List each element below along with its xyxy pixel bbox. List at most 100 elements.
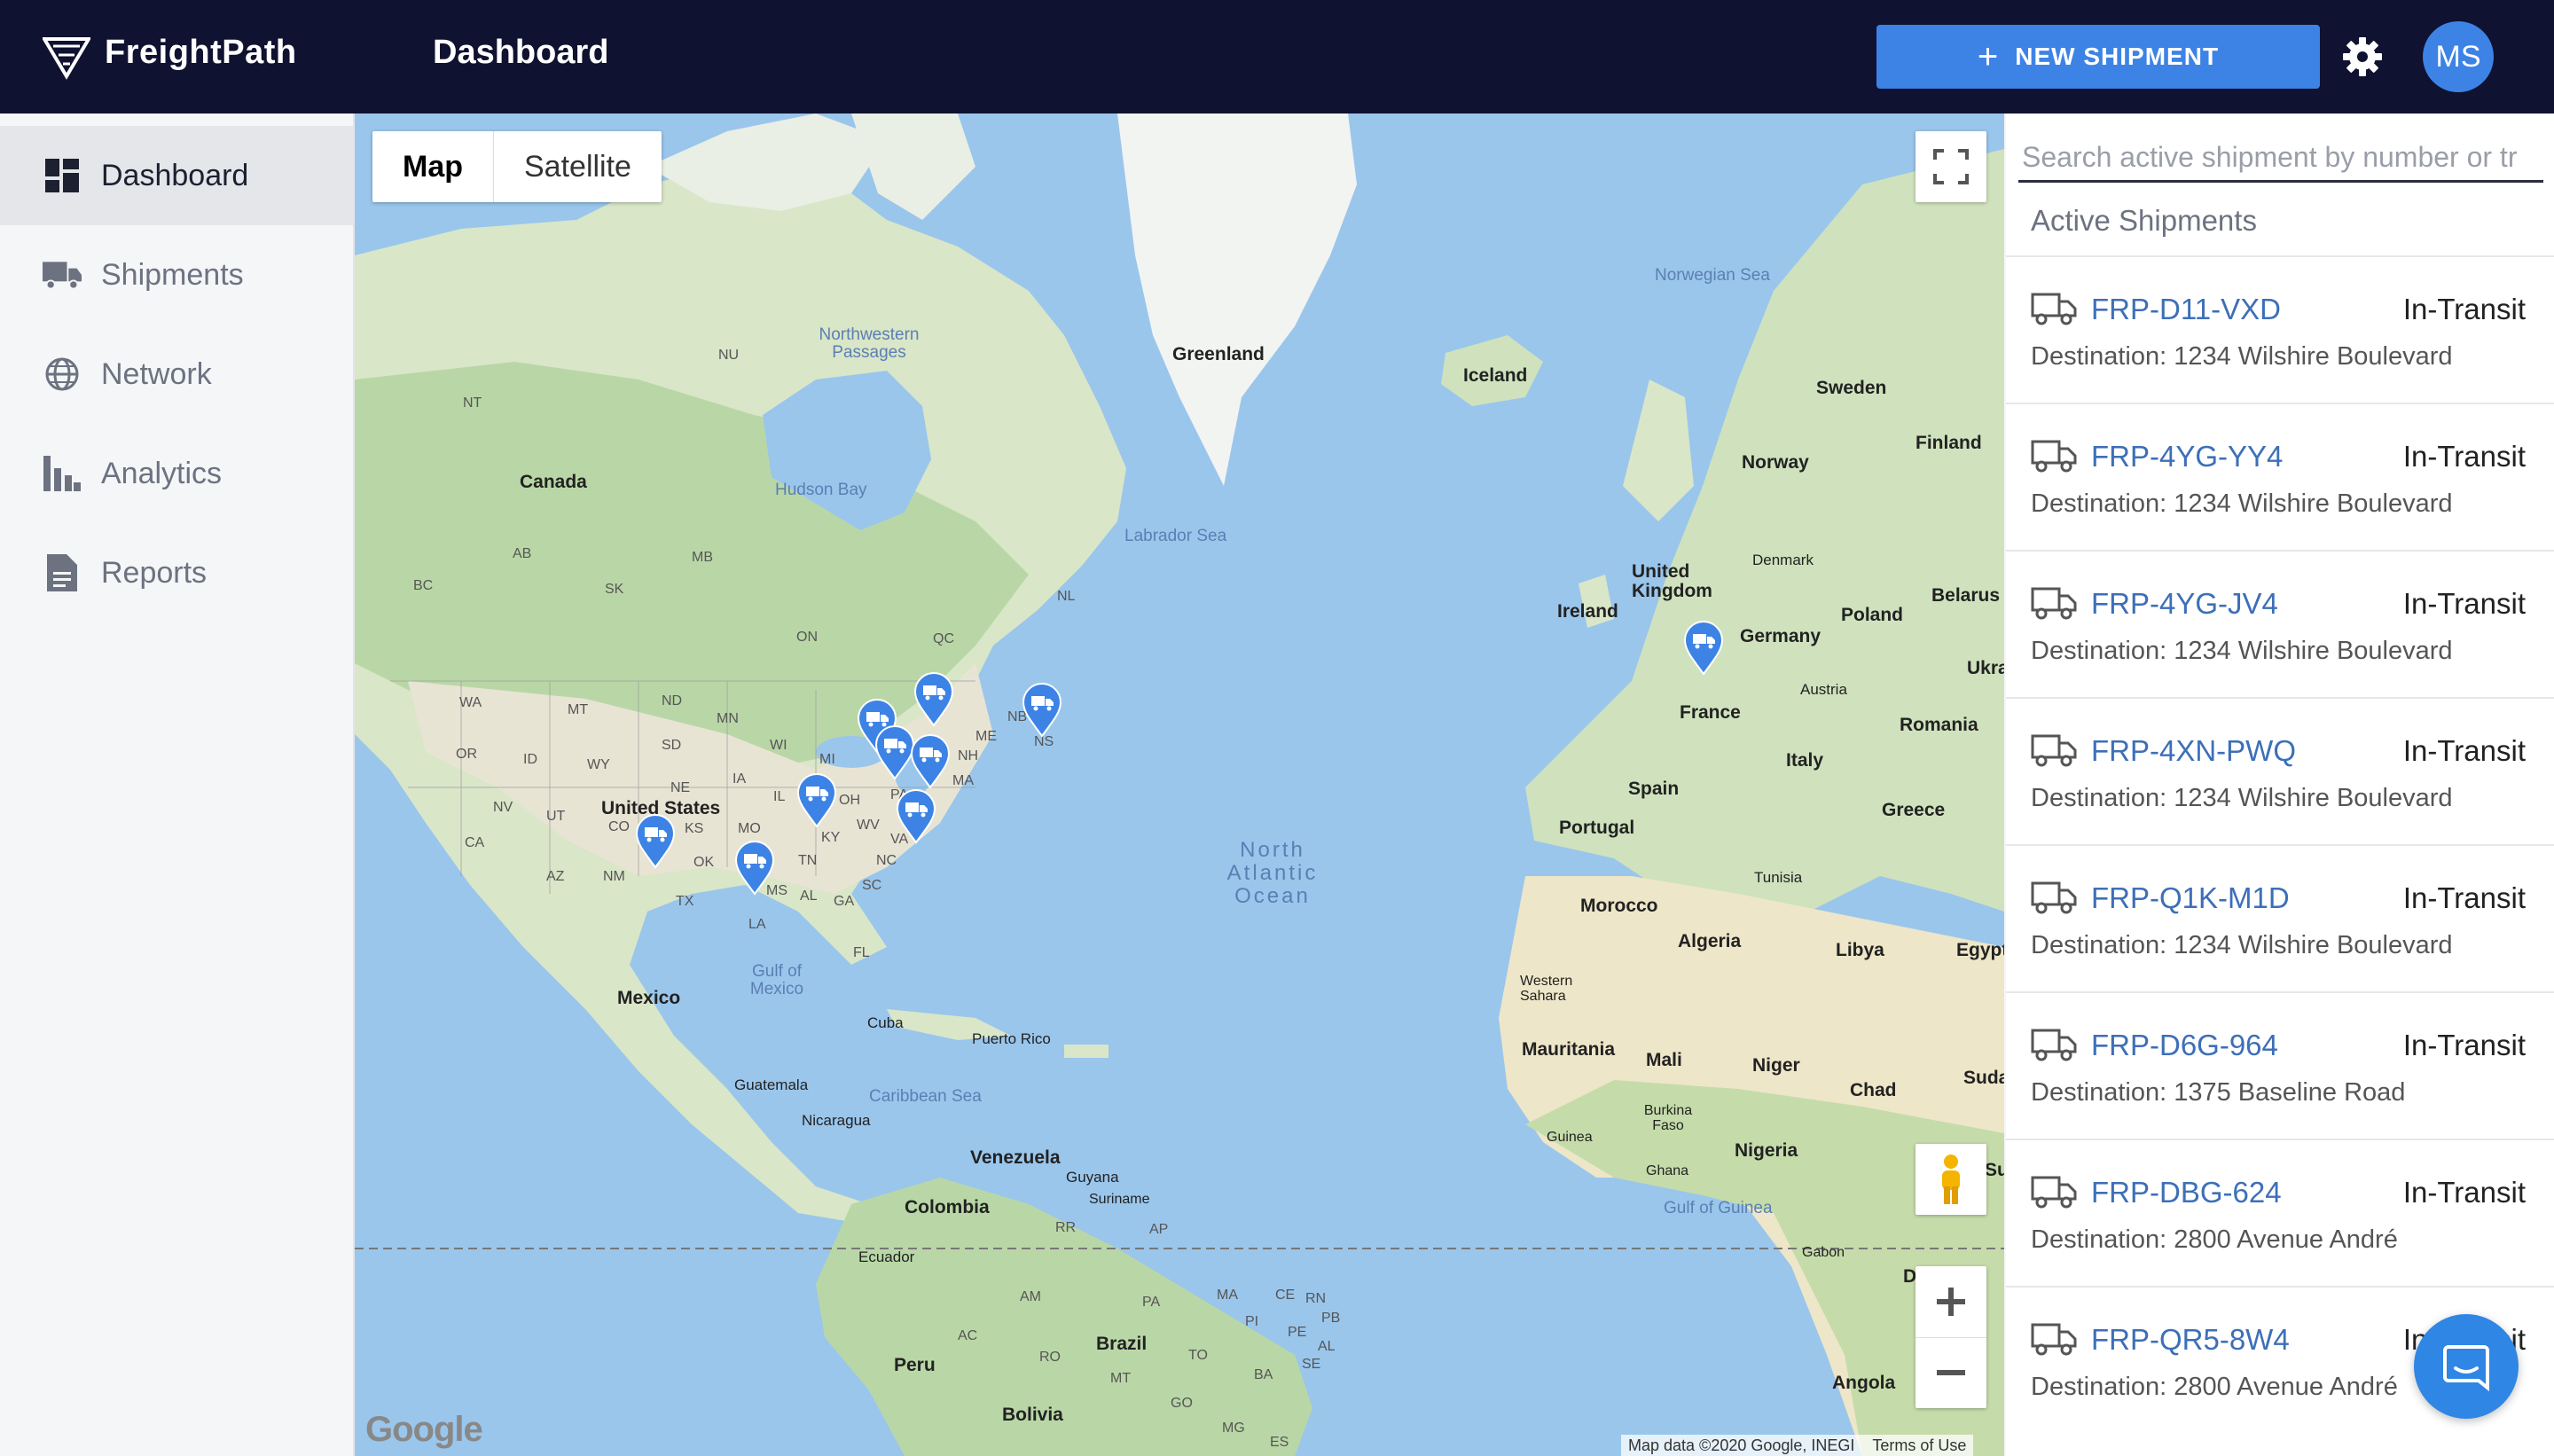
map-label: Poland [1841,605,1904,625]
map-label: Tunisia [1754,869,1803,886]
brand-name[interactable]: FreightPath [105,34,297,72]
map-label: Norwegian Sea [1655,266,1770,285]
chat-launcher-button[interactable] [2414,1314,2519,1419]
map-label: AB [513,546,532,561]
map-label: OH [839,793,860,808]
zoom-control [1916,1266,1986,1408]
truck-outline-icon [2031,734,2077,767]
shipment-status: In-Transit [2402,440,2526,473]
map-label: Ecuador [858,1249,915,1265]
active-shipments-panel: Active Shipments FRP-D11-VXD In-Transit … [2006,114,2554,1456]
map-label: WY [587,757,610,772]
map-attribution: Map data ©2020 Google, INEGI Terms of Us… [1621,1435,1974,1456]
shipment-pin[interactable] [796,773,837,828]
map-label: Northwestern Passages [819,325,920,362]
map-label: PE [1288,1325,1307,1340]
sidebar-item-label: Dashboard [101,158,249,192]
shipment-pin[interactable] [734,841,775,896]
map-label: Su [1985,1160,2004,1180]
map-label: Hudson Bay [775,481,867,499]
map-label: Mali [1646,1050,1682,1070]
shipment-pin[interactable] [1022,683,1062,738]
map-label: Suriname [1089,1192,1150,1207]
shipment-destination: Destination: 1234 Wilshire Boulevard [2031,784,2453,812]
map-label: OK [693,855,715,870]
map-label: Brazil [1096,1334,1148,1354]
map-label: NC [876,853,897,868]
map-label: PI [1245,1314,1259,1329]
map-label: UT [546,809,566,824]
map-label: AM [1020,1289,1041,1304]
map-label: Colombia [905,1197,990,1217]
chat-icon [2443,1345,2489,1391]
map-label: Peru [894,1355,936,1375]
shipment-search-input[interactable] [2018,135,2543,183]
sidebar-item-network[interactable]: Network [0,325,353,424]
minus-icon [1937,1370,1965,1376]
shipment-number-link[interactable]: FRP-D6G-964 [2091,1029,2278,1062]
shipment-destination: Destination: 1234 Wilshire Boulevard [2031,489,2453,518]
zoom-in-button[interactable] [1916,1266,1986,1338]
zoom-out-button[interactable] [1916,1338,1986,1409]
map-label: NL [1057,589,1076,604]
sidebar-item-shipments[interactable]: Shipments [0,225,353,325]
plus-icon [1937,1287,1965,1316]
map-label: Chad [1850,1080,1897,1100]
document-icon [43,553,82,592]
shipment-number-link[interactable]: FRP-4YG-JV4 [2091,587,2278,621]
shipment-map[interactable]: Greenland Iceland Norwegian Sea Northwes… [355,114,2004,1456]
new-shipment-button[interactable]: + NEW SHIPMENT [1876,25,2320,89]
truck-icon [43,255,82,294]
shipment-row[interactable]: FRP-4XN-PWQ In-Transit Destination: 1234… [2006,697,2554,844]
map-label: Austria [1800,681,1847,698]
freightpath-logo-icon [43,37,90,80]
shipment-number-link[interactable]: FRP-DBG-624 [2091,1176,2282,1209]
shipment-pin[interactable] [913,672,954,727]
map-label: SK [605,582,624,597]
plus-icon: + [1977,37,2000,76]
map-type-satellite[interactable]: Satellite [494,131,662,202]
map-label: Libya [1836,940,1884,960]
sidebar-item-analytics[interactable]: Analytics [0,424,353,523]
shipment-number-link[interactable]: FRP-Q1K-M1D [2091,881,2290,915]
map-label: SE [1302,1357,1321,1372]
shipment-pin[interactable] [896,789,936,844]
map-label: Canada [520,472,587,492]
shipment-number-link[interactable]: FRP-QR5-8W4 [2091,1323,2290,1357]
map-type-map[interactable]: Map [372,131,494,202]
shipment-pin[interactable] [635,814,676,869]
truck-outline-icon [2031,293,2077,325]
fullscreen-button[interactable] [1916,131,1986,202]
gear-icon[interactable] [2341,35,2384,78]
map-label: TX [676,894,694,909]
map-tiles [355,114,2004,1456]
shipment-row[interactable]: FRP-4YG-JV4 In-Transit Destination: 1234… [2006,550,2554,697]
map-label: United Kingdom [1632,561,1712,601]
map-label: WA [459,695,482,710]
shipment-row[interactable]: FRP-DBG-624 In-Transit Destination: 2800… [2006,1139,2554,1286]
shipment-row[interactable]: FRP-D6G-964 In-Transit Destination: 1375… [2006,991,2554,1139]
sidebar-item-reports[interactable]: Reports [0,523,353,622]
shipment-destination: Destination: 2800 Avenue André [2031,1373,2398,1401]
shipment-row[interactable]: FRP-4YG-YY4 In-Transit Destination: 1234… [2006,403,2554,550]
terms-link[interactable]: Terms of Use [1872,1436,1966,1455]
shipment-row[interactable]: FRP-Q1K-M1D In-Transit Destination: 1234… [2006,844,2554,991]
shipment-number-link[interactable]: FRP-D11-VXD [2091,293,2281,326]
shipment-number-link[interactable]: FRP-4XN-PWQ [2091,734,2296,768]
sidebar-item-dashboard[interactable]: Dashboard [0,126,353,225]
shipment-pin[interactable] [1683,621,1724,676]
shipment-destination: Destination: 1234 Wilshire Boulevard [2031,342,2453,371]
map-type-toggle: Map Satellite [372,131,662,202]
map-label: NE [670,780,691,795]
street-view-button[interactable] [1916,1144,1986,1215]
map-label: MT [1110,1371,1132,1386]
shipment-row[interactable]: FRP-D11-VXD In-Transit Destination: 1234… [2006,255,2554,403]
page-title: Dashboard [433,34,609,71]
sidebar-item-label: Shipments [101,257,244,292]
map-label: CO [608,819,630,834]
shipment-destination: Destination: 2800 Avenue André [2031,1225,2398,1254]
shipment-pin[interactable] [910,734,951,789]
map-label: NT [463,395,482,411]
avatar[interactable]: MS [2423,21,2494,92]
shipment-number-link[interactable]: FRP-4YG-YY4 [2091,440,2283,474]
